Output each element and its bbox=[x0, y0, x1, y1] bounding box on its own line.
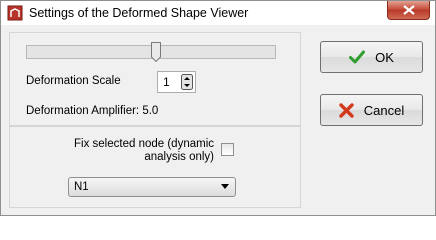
deformation-scale-spinner[interactable]: 1 bbox=[157, 71, 196, 93]
app-icon bbox=[7, 5, 23, 21]
deformation-group: Deformation Scale 1 Deformation Amplifie… bbox=[9, 32, 301, 126]
fix-node-label: Fix selected node (dynamic analysis only… bbox=[74, 138, 214, 164]
node-select-value: N1 bbox=[74, 181, 89, 193]
fix-node-group: Fix selected node (dynamic analysis only… bbox=[9, 126, 301, 208]
fix-node-label-line2: analysis only) bbox=[144, 151, 214, 163]
cancel-button[interactable]: Cancel bbox=[320, 94, 423, 126]
node-select[interactable]: N1 bbox=[68, 177, 236, 197]
cancel-label: Cancel bbox=[363, 102, 405, 118]
deformation-amplifier-text: Deformation Amplifier: 5.0 bbox=[26, 105, 159, 117]
ok-button[interactable]: OK bbox=[320, 41, 423, 73]
close-icon bbox=[402, 5, 415, 15]
close-button[interactable] bbox=[387, 1, 430, 20]
checkmark-icon bbox=[349, 50, 366, 64]
window-title: Settings of the Deformed Shape Viewer bbox=[29, 6, 249, 20]
ok-label: OK bbox=[375, 49, 394, 65]
spinner-arrows-icon[interactable] bbox=[181, 74, 193, 90]
fix-node-label-line1: Fix selected node (dynamic bbox=[74, 138, 214, 150]
deformation-scale-label: Deformation Scale bbox=[26, 75, 121, 87]
title-bar[interactable]: Settings of the Deformed Shape Viewer bbox=[1, 1, 435, 25]
deformation-slider-thumb[interactable] bbox=[150, 42, 161, 62]
fix-node-checkbox[interactable] bbox=[221, 143, 234, 156]
dialog-content: Deformation Scale 1 Deformation Amplifie… bbox=[7, 29, 431, 211]
cancel-x-icon bbox=[339, 102, 354, 118]
deformation-scale-value[interactable]: 1 bbox=[163, 75, 170, 89]
chevron-down-icon bbox=[221, 184, 229, 189]
dialog-window: Settings of the Deformed Shape Viewer De… bbox=[0, 0, 436, 216]
